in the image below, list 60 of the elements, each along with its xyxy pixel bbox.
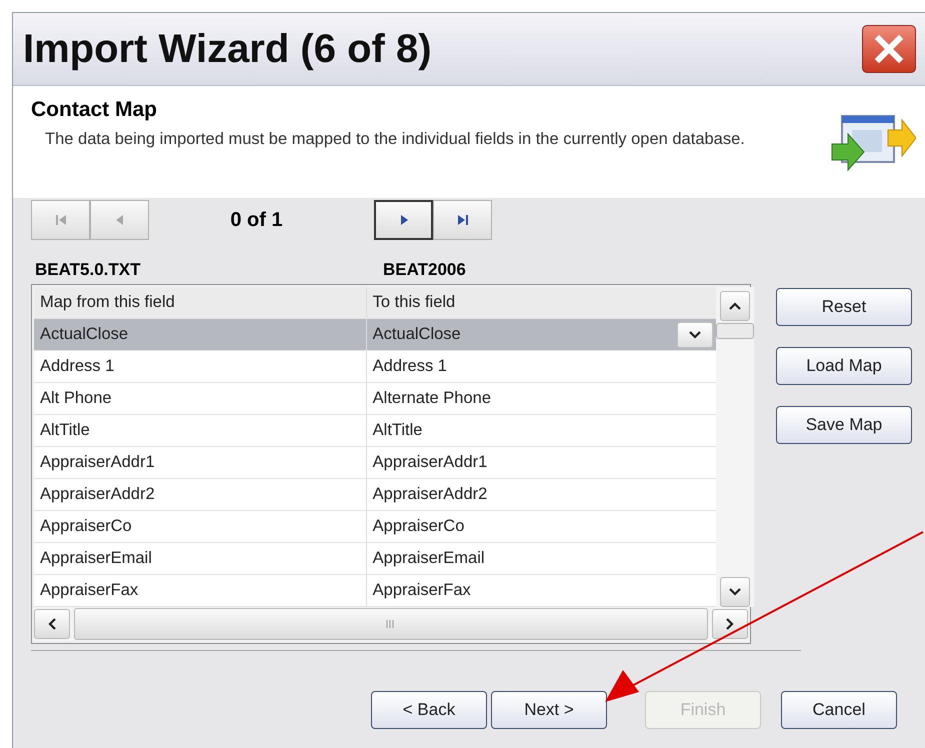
table-cell: AppraiserFax <box>34 575 367 606</box>
table-cell: ActualClose <box>34 319 367 350</box>
map-button[interactable]: Save Map <box>776 406 912 444</box>
grip-icon <box>386 620 396 628</box>
table-row[interactable]: AppraiserCo AppraiserCo <box>34 511 716 543</box>
left-caret-icon <box>47 617 57 631</box>
table-cell-text: AppraiserAddr2 <box>372 484 488 505</box>
down-caret-icon <box>728 587 742 597</box>
wizard-button[interactable]: Cancel <box>781 691 897 729</box>
table-cell: Alt Phone <box>34 383 367 414</box>
table-cell-text: AppraiserAddr1 <box>372 452 488 473</box>
map-button[interactable]: Load Map <box>776 347 912 385</box>
dropdown-caret-icon <box>688 330 702 340</box>
record-position: 0 of 1 <box>229 208 284 232</box>
close-icon <box>874 34 904 64</box>
table-row[interactable]: AppraiserAddr1 AppraiserAddr1 <box>34 447 716 479</box>
scroll-left-button[interactable] <box>34 609 70 639</box>
up-caret-icon <box>728 301 742 311</box>
target-label: BEAT2006 <box>382 260 467 280</box>
table-cell: AltTitle <box>34 415 367 446</box>
map-button[interactable]: Reset <box>776 288 912 326</box>
vertical-scrollbar[interactable] <box>716 287 754 607</box>
horizontal-scrollbar[interactable] <box>34 607 748 641</box>
scroll-thumb[interactable] <box>716 323 754 339</box>
scroll-thumb[interactable] <box>74 608 708 640</box>
section-description: The data being imported must be mapped to the individual fields in the currently open database. <box>45 129 746 150</box>
selected-row[interactable]: ActualClose ActualClose <box>34 319 716 351</box>
wizard-button[interactable]: Next > <box>491 691 607 729</box>
column-header[interactable]: To this field <box>366 287 716 318</box>
table-cell: AppraiserEmail <box>34 543 367 574</box>
scroll-up-button[interactable] <box>720 291 750 321</box>
first-record-icon <box>54 213 68 227</box>
scroll-right-button[interactable] <box>712 609 748 639</box>
table-row[interactable]: AppraiserAddr2 AppraiserAddr2 <box>34 479 716 511</box>
table-row[interactable]: Alt Phone Alternate Phone <box>34 383 716 415</box>
window-title: Import Wizard (6 of 8) <box>23 26 432 72</box>
wizard-button[interactable]: < Back <box>371 691 487 729</box>
last-record-icon <box>456 213 470 227</box>
table-row[interactable]: Address 1 Address 1 <box>34 351 716 383</box>
record-nav-button[interactable] <box>433 200 492 240</box>
scroll-down-button[interactable] <box>720 577 750 607</box>
table-cell-text: AltTitle <box>372 420 424 441</box>
table-cell-text: AppraiserFax <box>372 580 472 601</box>
table-cell-text: AppraiserCo <box>372 516 466 537</box>
table-row[interactable]: AppraiserEmail AppraiserEmail <box>34 543 716 575</box>
source-label: BEAT5.0.TXT <box>34 260 142 280</box>
table-cell: Address 1 <box>34 351 367 382</box>
table-cell-text: Address 1 <box>372 356 448 377</box>
table-cell: AppraiserAddr2 <box>34 479 367 510</box>
section-title: Contact Map <box>31 98 158 122</box>
table-cell-text: Alternate Phone <box>372 388 492 409</box>
table-cell-text: AppraiserEmail <box>372 548 486 569</box>
close-button[interactable] <box>862 25 916 73</box>
table-row[interactable]: AltTitle AltTitle <box>34 415 716 447</box>
table-cell: AppraiserCo <box>34 511 367 542</box>
right-caret-icon <box>725 617 735 631</box>
record-nav-button[interactable] <box>374 200 433 240</box>
table-cell: AppraiserAddr1 <box>34 447 367 478</box>
column-header[interactable]: Map from this field <box>34 287 367 318</box>
field-dropdown[interactable]: ActualClose <box>366 319 716 350</box>
